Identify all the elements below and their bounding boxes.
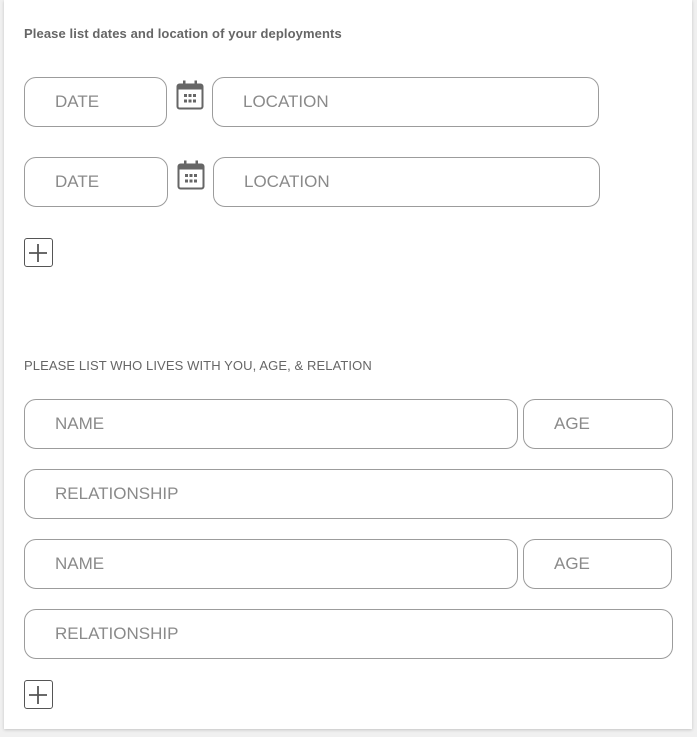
plus-icon <box>29 243 47 262</box>
member-relationship-input-1[interactable] <box>24 469 673 519</box>
plus-icon <box>29 685 47 704</box>
member-age-input-1[interactable] <box>523 399 673 449</box>
deployments-heading: Please list dates and location of your d… <box>24 26 342 41</box>
calendar-icon[interactable] <box>177 160 205 190</box>
deployment-date-input-1[interactable] <box>24 77 167 127</box>
member-age-input-2[interactable] <box>523 539 672 589</box>
page: Please list dates and location of your d… <box>0 0 697 737</box>
deployment-location-input-1[interactable] <box>212 77 599 127</box>
member-relationship-input-2[interactable] <box>24 609 673 659</box>
member-name-input-1[interactable] <box>24 399 518 449</box>
deployment-date-input-2[interactable] <box>24 157 168 207</box>
add-member-button[interactable] <box>24 680 53 709</box>
deployment-location-input-2[interactable] <box>213 157 600 207</box>
calendar-icon[interactable] <box>176 80 204 110</box>
add-deployment-button[interactable] <box>24 238 53 267</box>
member-name-input-2[interactable] <box>24 539 518 589</box>
household-heading: PLEASE LIST WHO LIVES WITH YOU, AGE, & R… <box>24 358 372 373</box>
